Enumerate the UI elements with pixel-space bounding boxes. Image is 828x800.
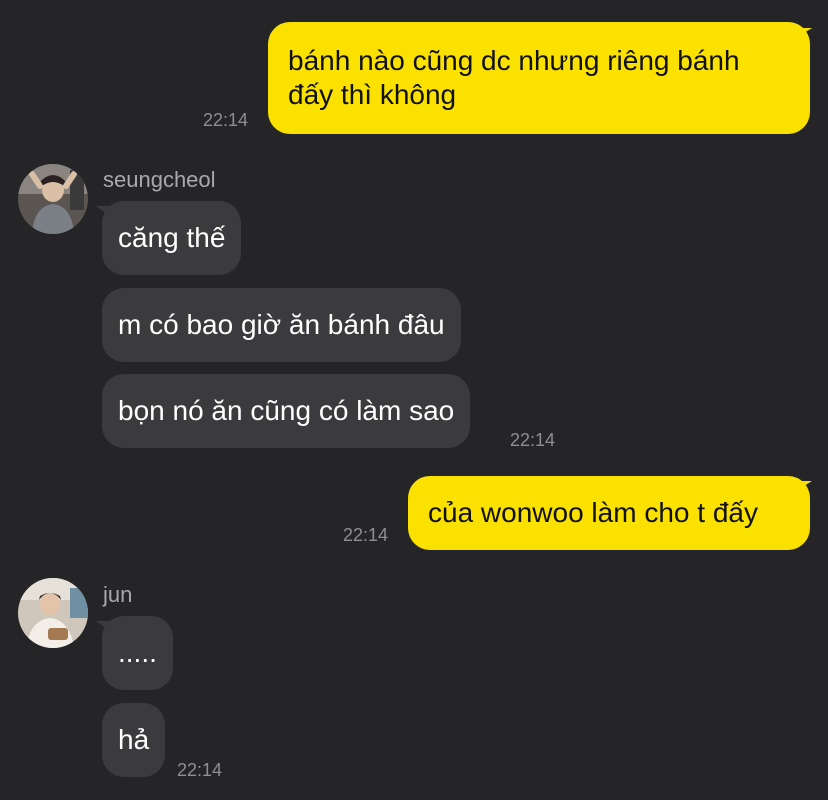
message-timestamp: 22:14 <box>343 525 389 545</box>
message-text: hả <box>118 724 150 755</box>
message-text: m có bao giờ ăn bánh đâu <box>118 309 445 340</box>
sender-name: seungcheol <box>103 167 216 192</box>
message-text: bọn nó ăn cũng có làm sao <box>118 395 455 426</box>
avatar-image <box>18 164 88 234</box>
bubble-tail <box>96 206 110 216</box>
avatar-image <box>18 578 88 648</box>
message-timestamp: 22:14 <box>510 430 556 450</box>
message-timestamp: 22:14 <box>203 110 249 130</box>
jun-avatar[interactable] <box>18 578 88 648</box>
message-timestamp: 22:14 <box>177 760 223 780</box>
seungcheol-avatar[interactable] <box>18 164 88 234</box>
outgoing-message-bubble[interactable]: bánh nào cũng dc nhưng riêng bánh đấy th… <box>268 22 810 134</box>
message-text: căng thế <box>118 222 226 253</box>
message-text: bánh nào cũng dc nhưng riêng bánh đấy th… <box>288 45 740 110</box>
message-text: của wonwoo làm cho t đấy <box>428 497 758 528</box>
message-text: ..... <box>118 637 157 668</box>
incoming-message-bubble[interactable]: bọn nó ăn cũng có làm sao <box>102 374 471 448</box>
bubble-tail <box>796 481 812 491</box>
outgoing-message-bubble[interactable]: của wonwoo làm cho t đấy <box>408 476 810 550</box>
incoming-message-bubble[interactable]: hả <box>102 703 166 777</box>
incoming-message-bubble[interactable]: ..... <box>102 616 173 690</box>
incoming-message-bubble[interactable]: m có bao giờ ăn bánh đâu <box>102 288 461 362</box>
incoming-message-bubble[interactable]: căng thế <box>102 201 242 275</box>
bubble-tail <box>96 621 110 631</box>
sender-name: jun <box>103 582 133 607</box>
bubble-tail <box>796 28 812 38</box>
